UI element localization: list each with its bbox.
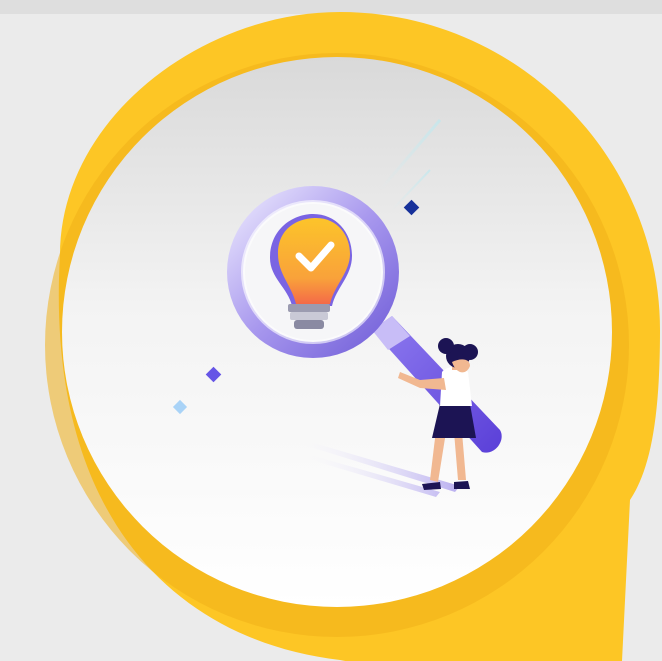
idea-search-scene <box>45 12 660 661</box>
illustration-canvas <box>0 0 662 661</box>
